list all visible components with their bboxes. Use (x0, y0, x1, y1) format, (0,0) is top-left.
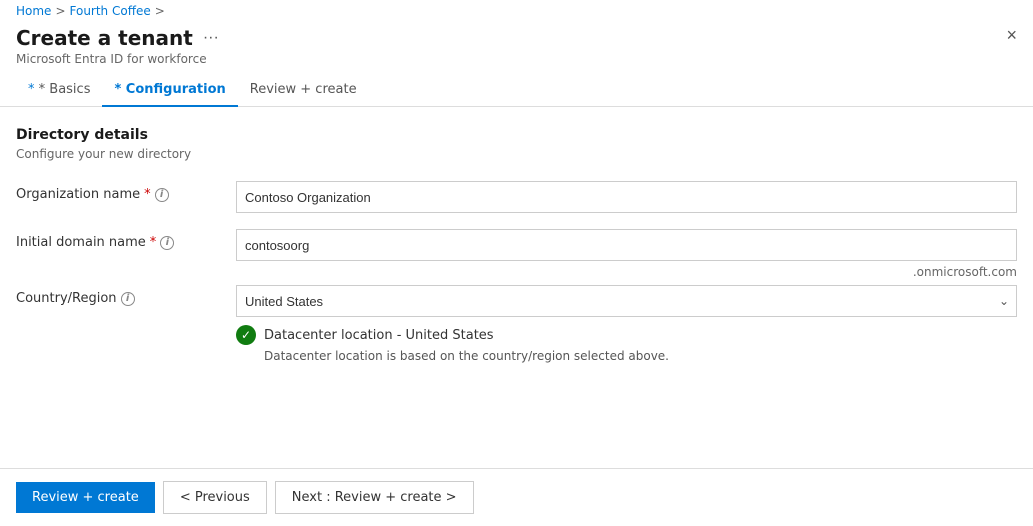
org-name-control (236, 181, 1017, 213)
page-title-text: Create a tenant (16, 26, 193, 50)
org-required-star: * (144, 187, 151, 202)
tab-bar: * Basics * Configuration Review + create (0, 74, 1033, 107)
org-info-icon[interactable]: i (155, 188, 169, 202)
tab-basics-label: * Basics (39, 82, 91, 97)
country-control: United States Canada United Kingdom Germ… (236, 285, 1017, 363)
breadcrumb-tenant[interactable]: Fourth Coffee (70, 4, 151, 18)
next-button[interactable]: Next : Review + create > (275, 481, 474, 514)
breadcrumb-home[interactable]: Home (16, 4, 51, 18)
header-left: Create a tenant ··· Microsoft Entra ID f… (16, 26, 223, 66)
domain-required-star: * (150, 235, 157, 250)
review-create-button[interactable]: Review + create (16, 482, 155, 513)
close-button[interactable]: × (1006, 26, 1017, 44)
ellipsis-menu-button[interactable]: ··· (199, 29, 223, 47)
tab-basics[interactable]: * Basics (16, 74, 102, 107)
country-row: Country/Region i United States Canada Un… (16, 285, 1017, 363)
datacenter-info: ✓ Datacenter location - United States (236, 325, 1017, 345)
page-subtitle: Microsoft Entra ID for workforce (16, 52, 223, 66)
previous-button[interactable]: < Previous (163, 481, 267, 514)
page-title: Create a tenant ··· (16, 26, 223, 50)
tab-review-create[interactable]: Review + create (238, 74, 369, 107)
country-select-wrap: United States Canada United Kingdom Germ… (236, 285, 1017, 317)
org-name-row: Organization name * i (16, 181, 1017, 213)
tab-configuration-label: * Configuration (114, 82, 225, 97)
datacenter-label: Datacenter location - United States (264, 328, 494, 343)
domain-label: Initial domain name * i (16, 229, 236, 250)
breadcrumb-sep1: > (55, 4, 65, 18)
org-name-input[interactable] (236, 181, 1017, 213)
main-content: Directory details Configure your new dir… (0, 107, 1033, 468)
page-footer: Review + create < Previous Next : Review… (0, 468, 1033, 526)
page-header: Create a tenant ··· Microsoft Entra ID f… (0, 22, 1033, 74)
breadcrumb-sep2: > (155, 4, 165, 18)
datacenter-check-icon: ✓ (236, 325, 256, 345)
tab-review-label: Review + create (250, 82, 357, 97)
country-label: Country/Region i (16, 285, 236, 306)
domain-info-icon[interactable]: i (160, 236, 174, 250)
domain-suffix: .onmicrosoft.com (913, 265, 1017, 279)
domain-input[interactable] (236, 229, 1017, 261)
country-info-icon[interactable]: i (121, 292, 135, 306)
domain-row: Initial domain name * i .onmicrosoft.com (16, 229, 1017, 261)
tab-configuration[interactable]: * Configuration (102, 74, 237, 107)
section-subtitle: Configure your new directory (16, 147, 1017, 161)
section-title: Directory details (16, 127, 1017, 143)
org-name-label: Organization name * i (16, 181, 236, 202)
country-select[interactable]: United States Canada United Kingdom Germ… (236, 285, 1017, 317)
breadcrumb: Home > Fourth Coffee > (0, 0, 1033, 22)
domain-control: .onmicrosoft.com (236, 229, 1017, 261)
datacenter-note: Datacenter location is based on the coun… (264, 349, 1017, 363)
